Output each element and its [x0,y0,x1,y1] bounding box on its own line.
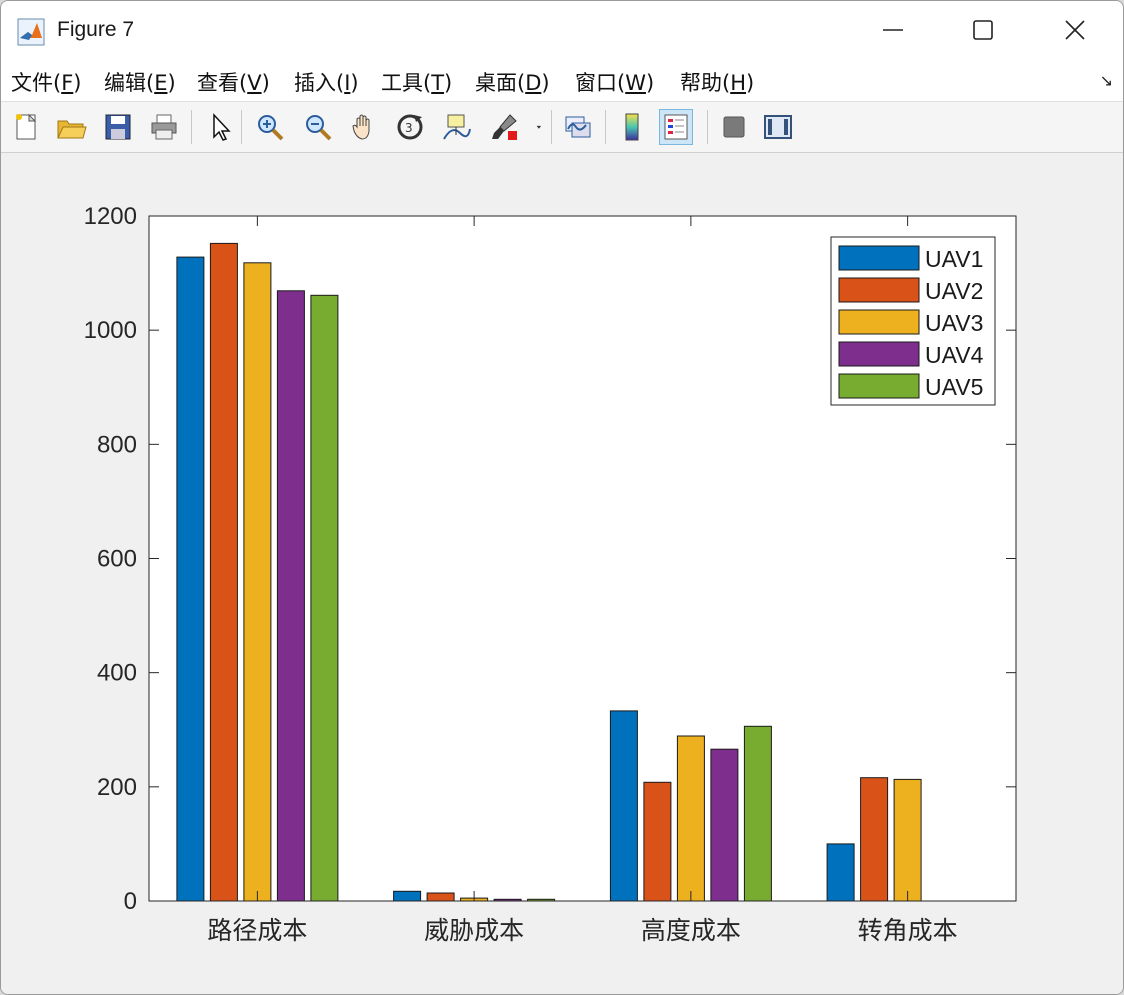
insert-legend-button[interactable] [659,109,693,145]
legend-swatch-uav2 [838,277,920,303]
menu-item-w[interactable]: 窗口(W) [575,67,654,97]
brush-icon [492,114,517,140]
legend-label-uav1: UAV1 [925,246,983,272]
y-tick-label: 0 [124,888,137,915]
menu-item-i[interactable]: 插入(I) [294,67,359,97]
maximize-button[interactable] [937,1,1029,59]
bar-chart: 0 200 400 600 800 1000 1200 路径成本 威胁成本 高度成本 转角成本 UAV… [84,203,1017,945]
bar-uav1-2 [609,710,638,902]
menu-bar: 文件(F) 编辑(E) 查看(V) 插入(I) 工具(T) 桌面(D) 窗口(W) 帮助(H)… [1,59,1123,102]
legend-swatch-uav5 [838,373,920,399]
menu-item-h[interactable]: 帮助(H) [680,67,754,97]
bar-uav5-2 [743,725,772,902]
toolbar-separator [551,110,552,144]
hide-plot-tools-button[interactable] [717,109,751,145]
svg-text:3: 3 [405,121,413,135]
bar-uav2-2 [643,781,672,902]
x-tick-label: 转角成本 [858,916,958,945]
show-plot-tools-icon [764,115,792,139]
menu-overflow-arrow-icon[interactable]: ↘ [1100,71,1113,90]
rotate-3d-icon: 3 [397,114,423,140]
matlab-logo-icon [17,18,45,46]
data-cursor-button[interactable] [439,109,473,145]
hide-plot-tools-icon [723,116,745,138]
open-file-button[interactable] [54,109,88,145]
menu-item-t[interactable]: 工具(T) [381,67,452,97]
zoom-out-icon [306,115,332,141]
rotate-3d-button[interactable]: 3 [393,109,427,145]
zoom-in-button[interactable] [253,109,287,145]
y-tick-label: 1200 [84,203,137,230]
y-tick-label: 400 [97,660,137,687]
toolbar-separator [605,110,606,144]
figure-canvas: 0 200 400 600 800 1000 1200 路径成本 威胁成本 高度成本 转角成本 UAV… [1,153,1123,994]
toolbar-separator [191,110,192,144]
window-title: Figure 7 [57,18,135,41]
menu-item-d[interactable]: 桌面(D) [475,67,550,97]
bar-uav1-1 [393,890,422,902]
x-tick-label: 路径成本 [207,916,307,945]
y-tick-label: 800 [97,431,137,458]
pan-hand-icon [352,114,370,140]
brush-button[interactable] [487,109,521,145]
x-tick-label: 威胁成本 [424,916,524,945]
y-tick-label: 600 [97,546,137,573]
y-tick-label: 1000 [84,317,137,344]
toolbar-separator [241,110,242,144]
bar-uav4-0 [276,290,305,902]
minimize-icon [883,29,903,31]
bar-uav3-2 [676,735,705,902]
print-button[interactable] [147,109,181,145]
menu-item-f[interactable]: 文件(F) [11,67,82,97]
minimize-button[interactable] [847,1,939,59]
print-icon [151,114,177,140]
link-plot-button[interactable] [561,109,595,145]
maximize-icon [973,20,993,40]
brush-dropdown-icon [536,125,542,129]
insert-colorbar-icon [625,113,639,141]
legend-label-uav4: UAV4 [925,342,984,368]
bar-uav5-0 [310,294,339,902]
close-icon [1065,20,1085,40]
x-tick-label: 高度成本 [641,916,741,945]
zoom-out-button[interactable] [301,109,335,145]
bar-uav3-0 [243,262,272,902]
menu-item-v[interactable]: 查看(V) [197,67,270,97]
bar-uav1-3 [826,843,855,902]
new-figure-icon [16,113,37,140]
figure-toolbar: 3 [1,102,1123,153]
link-plot-icon [565,116,591,138]
insert-colorbar-button[interactable] [615,109,649,145]
menu-item-e[interactable]: 编辑(E) [104,67,176,97]
insert-legend-icon [664,114,688,140]
zoom-in-icon [258,115,284,141]
open-file-icon [57,120,87,139]
pan-hand-button[interactable] [347,109,381,145]
brush-dropdown-button[interactable] [531,109,549,145]
bar-uav2-0 [209,242,238,902]
new-figure-button[interactable] [9,109,43,145]
close-button[interactable] [1029,1,1121,59]
toolbar-separator [707,110,708,144]
bar-uav4-2 [710,748,739,902]
save-button[interactable] [101,109,135,145]
bar-uav1-0 [176,256,205,902]
legend-swatch-uav1 [838,245,920,271]
legend-swatch-uav4 [838,341,920,367]
legend-label-uav3: UAV3 [925,310,983,336]
edit-plot-cursor-button[interactable] [203,109,237,145]
legend-label-uav5: UAV5 [925,374,983,400]
data-cursor-icon [443,114,471,140]
bar-uav2-1 [426,892,455,902]
legend-label-uav2: UAV2 [925,278,983,304]
edit-plot-cursor-icon [213,113,231,141]
figure-window: Figure 7 文件(F) 编辑(E) 查看(V) 插入(I) 工具(T) 桌面(D) 窗… [0,0,1124,995]
title-bar[interactable]: Figure 7 [1,1,1123,59]
bar-uav3-3 [893,778,922,902]
legend-swatch-uav3 [838,309,920,335]
show-plot-tools-button[interactable] [761,109,795,145]
y-tick-label: 200 [97,774,137,801]
bar-uav2-3 [860,777,889,902]
save-icon [105,114,131,140]
